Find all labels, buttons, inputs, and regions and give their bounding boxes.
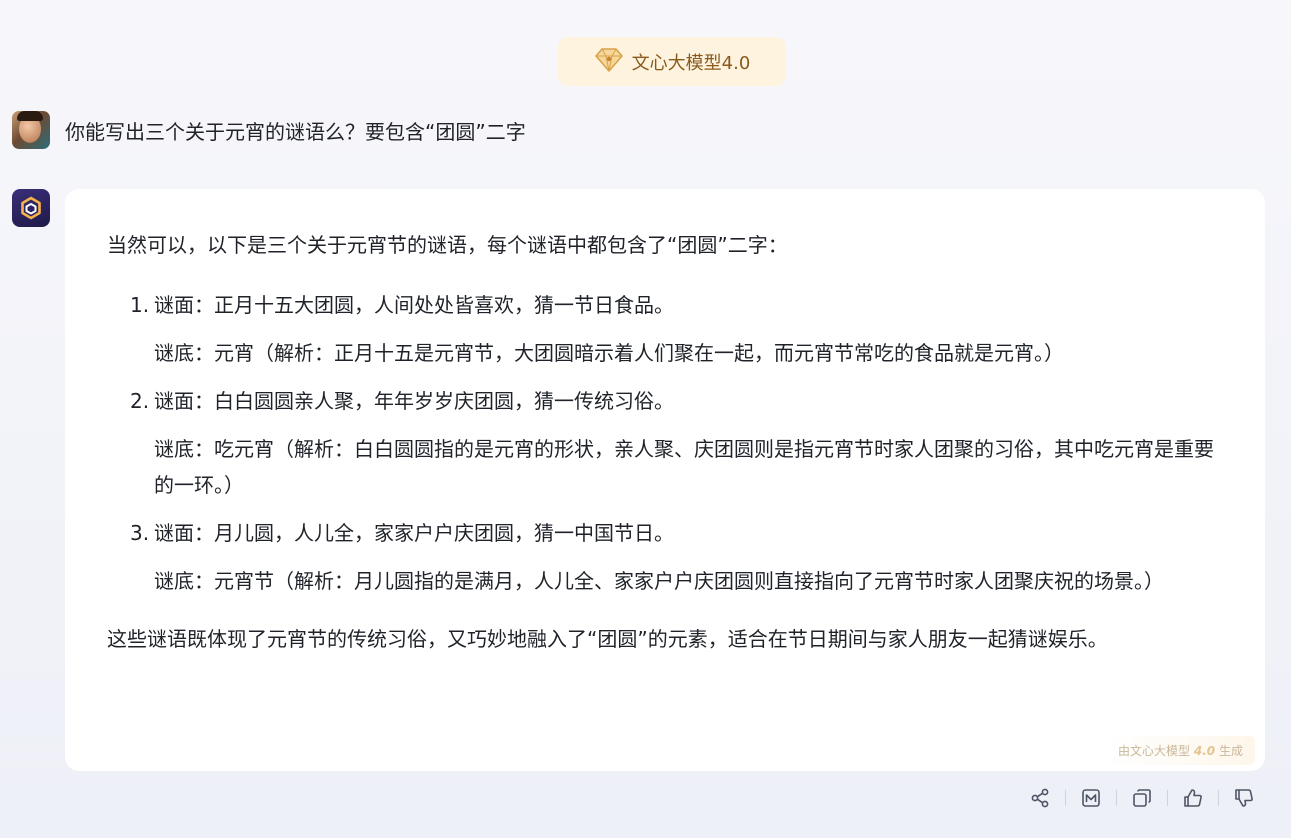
thumbs-down-icon <box>1235 789 1253 807</box>
riddle-list: 1. 谜面：正月十五大团圆，人间处处皆喜欢，猜一节日食品。 谜底：元宵（解析：正… <box>107 287 1217 599</box>
list-item: 3. 谜面：月儿圆，人儿全，家家户户庆团圆，猜一中国节日。 谜底：元宵节（解析：… <box>107 515 1217 599</box>
bot-avatar <box>12 189 50 227</box>
user-message-text: 你能写出三个关于元宵的谜语么？要包含“团圆”二字 <box>65 119 526 144</box>
mindmap-button[interactable] <box>1077 784 1105 812</box>
riddle-number: 2. <box>130 389 150 413</box>
diamond-icon <box>594 47 624 77</box>
list-item: 1. 谜面：正月十五大团圆，人间处处皆喜欢，猜一节日食品。 谜底：元宵（解析：正… <box>107 287 1217 371</box>
riddle-question: 谜面：正月十五大团圆，人间处处皆喜欢，猜一节日食品。 <box>154 293 674 317</box>
like-button[interactable] <box>1179 784 1207 812</box>
riddle-answer: 谜底：元宵节（解析：月儿圆指的是满月，人儿全、家家户户庆团圆则直接指向了元宵节时… <box>154 569 1164 593</box>
generated-by-suffix: 生成 <box>1218 744 1243 758</box>
user-message-row: 你能写出三个关于元宵的谜语么？要包含“团圆”二字 <box>12 111 526 149</box>
thumbs-up-icon <box>1184 789 1202 807</box>
copy-button[interactable] <box>1128 784 1156 812</box>
model-badge[interactable]: 文心大模型4.0 <box>558 37 786 86</box>
model-badge-label: 文心大模型4.0 <box>631 52 751 74</box>
generated-by-version: 4.0 <box>1193 744 1216 758</box>
answer-action-bar <box>1026 784 1258 812</box>
divider <box>1167 790 1168 806</box>
ernie-logo-icon <box>21 196 41 220</box>
divider <box>1116 790 1117 806</box>
generated-by-note: 由文心大模型 4.0 生成 <box>1106 736 1255 765</box>
riddle-answer: 谜底：吃元宵（解析：白白圆圆指的是元宵的形状，亲人聚、庆团圆则是指元宵节时家人团… <box>154 437 1214 497</box>
share-icon <box>1031 788 1049 808</box>
riddle-question: 谜面：月儿圆，人儿全，家家户户庆团圆，猜一中国节日。 <box>154 521 674 545</box>
share-button[interactable] <box>1026 784 1054 812</box>
chart-icon <box>1082 789 1100 807</box>
answer-outro: 这些谜语既体现了元宵节的传统习俗，又巧妙地融入了“团圆”的元素，适合在节日期间与… <box>107 627 1108 651</box>
dislike-button[interactable] <box>1230 784 1258 812</box>
copy-icon <box>1133 789 1151 807</box>
list-item: 2. 谜面：白白圆圆亲人聚，年年岁岁庆团圆，猜一传统习俗。 谜底：吃元宵（解析：… <box>107 383 1217 503</box>
answer-intro: 当然可以，以下是三个关于元宵节的谜语，每个谜语中都包含了“团圆”二字： <box>107 233 788 257</box>
riddle-number: 3. <box>130 521 150 545</box>
riddle-question: 谜面：白白圆圆亲人聚，年年岁岁庆团圆，猜一传统习俗。 <box>154 389 674 413</box>
user-avatar <box>12 111 50 149</box>
answer-content: 当然可以，以下是三个关于元宵节的谜语，每个谜语中都包含了“团圆”二字： 1. 谜… <box>107 227 1217 657</box>
divider <box>1065 790 1066 806</box>
generated-by-prefix: 由文心大模型 <box>1118 744 1191 758</box>
riddle-number: 1. <box>130 293 150 317</box>
divider <box>1218 790 1219 806</box>
riddle-answer: 谜底：元宵（解析：正月十五是元宵节，大团圆暗示着人们聚在一起，而元宵节常吃的食品… <box>154 341 1064 365</box>
answer-card: 当然可以，以下是三个关于元宵节的谜语，每个谜语中都包含了“团圆”二字： 1. 谜… <box>65 189 1265 771</box>
